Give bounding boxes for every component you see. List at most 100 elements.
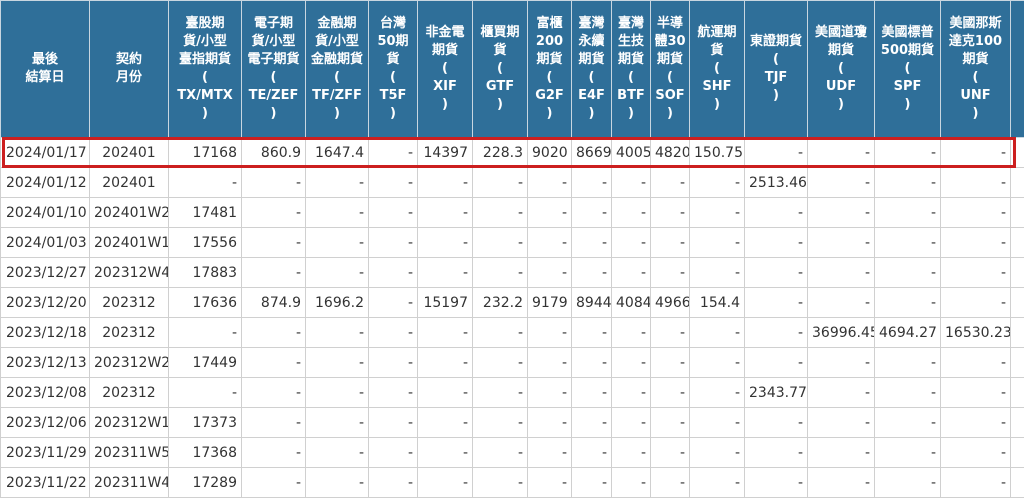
price-cell: - (417, 167, 473, 198)
price-cell: - (650, 257, 690, 288)
contract-month-cell: 202312 (89, 287, 169, 318)
price-cell: 228.3 (472, 137, 528, 168)
price-cell: - (807, 347, 875, 378)
column-header-0[interactable]: 最後 結算日 (0, 0, 90, 138)
header-text: ) (270, 106, 277, 121)
column-header-15[interactable]: 美國標普 500期貨 (SPF) (874, 0, 941, 138)
price-cell: - (611, 467, 651, 498)
price-cell: - (744, 467, 808, 498)
price-cell (1010, 347, 1024, 378)
price-cell: - (241, 407, 306, 438)
price-cell: - (472, 407, 528, 438)
column-header-8[interactable]: 富櫃 200 期貨 (G2F) (527, 0, 572, 138)
price-cell: - (368, 347, 418, 378)
settlement-date-cell: 2024/01/12 (0, 167, 90, 198)
price-cell: - (168, 377, 242, 408)
price-cell: - (472, 437, 528, 468)
price-cell (1010, 407, 1024, 438)
table-row: 2024/01/10 202401W2 17481- - - - - - - - - - - - - - (0, 197, 1024, 228)
column-header-7[interactable]: 櫃買期貨 (GTF) (472, 0, 528, 138)
price-cell: 232.2 (472, 287, 528, 318)
price-cell: - (241, 437, 306, 468)
contract-month-cell: 202401W2 (89, 197, 169, 228)
price-cell: - (611, 317, 651, 348)
header-text: 期貨 (536, 52, 563, 67)
header-text: E4F (578, 88, 605, 103)
header-text: 櫃買期 (480, 25, 520, 40)
column-header-4[interactable]: 金融期 貨/小型 金融期貨 (TF/ZFF) (305, 0, 369, 138)
header-text: ( (497, 61, 503, 76)
price-cell: - (940, 167, 1011, 198)
price-cell: - (305, 377, 369, 408)
price-cell: - (940, 137, 1011, 168)
price-cell: - (689, 317, 745, 348)
column-header-11[interactable]: 半導 體30 期貨 (SOF) (650, 0, 690, 138)
column-header-14[interactable]: 美國道瓊 期貨 (UDF) (807, 0, 875, 138)
price-cell: - (472, 257, 528, 288)
column-header-2[interactable]: 臺股期 貨/小型 臺指期貨 (TX/MTX) (168, 0, 242, 138)
table-row: 2024/01/17 202401 17168 860.9 1647.4-14397 22… (0, 137, 1024, 168)
price-cell: 8944 (571, 287, 612, 318)
price-cell: - (368, 287, 418, 318)
settlement-date-cell: 2023/11/22 (0, 467, 90, 498)
price-cell: - (472, 167, 528, 198)
price-cell: - (571, 377, 612, 408)
contract-month-cell: 202312 (89, 377, 169, 408)
column-header-1[interactable]: 契約 月份 (89, 0, 169, 138)
header-text: TF/ZFF (312, 88, 362, 103)
price-cell: 17556 (168, 227, 242, 258)
price-cell: - (874, 257, 941, 288)
header-text: ) (838, 97, 844, 112)
price-cell: - (611, 347, 651, 378)
header-text: ( (588, 70, 595, 85)
price-cell: - (874, 167, 941, 198)
price-cell: - (611, 407, 651, 438)
header-text: UDF (825, 79, 857, 94)
column-header-6[interactable]: 非金電 期貨 (XIF) (417, 0, 473, 138)
column-header-9[interactable]: 臺灣 永續 期貨 (E4F) (571, 0, 612, 138)
header-text: SOF (655, 88, 685, 103)
header-text: 臺灣 (578, 16, 605, 31)
column-header-13[interactable]: 東證期貨 (TJF) (744, 0, 808, 138)
price-cell: 36996.45 (807, 317, 875, 348)
column-header-12[interactable]: 航運期貨 (SHF) (689, 0, 745, 138)
price-cell: - (527, 437, 572, 468)
price-cell: - (241, 347, 306, 378)
column-header-16[interactable]: 美國那斯 達克100 期貨 (UNF) (940, 0, 1011, 138)
header-text: 期貨 (962, 52, 989, 67)
price-cell: 1696.2 (305, 287, 369, 318)
price-cell: - (940, 347, 1011, 378)
header-text: 貨/小型 (251, 34, 296, 49)
contract-month-cell: 202311W4 (89, 467, 169, 498)
price-cell: 154.4 (689, 287, 745, 318)
price-cell: - (368, 407, 418, 438)
header-text: 非金電 (425, 25, 465, 40)
price-cell: - (940, 437, 1011, 468)
settlement-date-cell: 2024/01/03 (0, 227, 90, 258)
header-text: ( (714, 61, 720, 76)
column-header-5[interactable]: 台灣 50期貨 (T5F) (368, 0, 418, 138)
price-cell (1010, 167, 1024, 198)
column-header-3[interactable]: 電子期 貨/小型 電子期貨 (TE/ZEF) (241, 0, 306, 138)
price-cell: - (874, 347, 941, 378)
price-cell: - (472, 347, 528, 378)
price-cell (1010, 227, 1024, 258)
column-header-17[interactable]: 英 (1010, 0, 1024, 138)
settlement-date-cell: 2023/12/27 (0, 257, 90, 288)
header-text: 台灣 (379, 16, 406, 31)
header-text: 月份 (115, 70, 142, 85)
column-header-10[interactable]: 臺灣 生技 期貨 (BTF) (611, 0, 651, 138)
header-text: 期貨 (431, 43, 458, 58)
price-cell: - (611, 197, 651, 228)
price-cell: - (807, 287, 875, 318)
header-text: 500期貨 (880, 43, 935, 58)
header-text: ) (773, 88, 779, 103)
header-text: 臺灣 (617, 16, 644, 31)
price-cell: - (417, 347, 473, 378)
header-text: 東證期貨 (749, 34, 802, 49)
header-text: ( (442, 61, 448, 76)
price-cell: - (940, 197, 1011, 228)
price-cell: 17636 (168, 287, 242, 318)
price-cell: 874.9 (241, 287, 306, 318)
price-cell: - (368, 137, 418, 168)
